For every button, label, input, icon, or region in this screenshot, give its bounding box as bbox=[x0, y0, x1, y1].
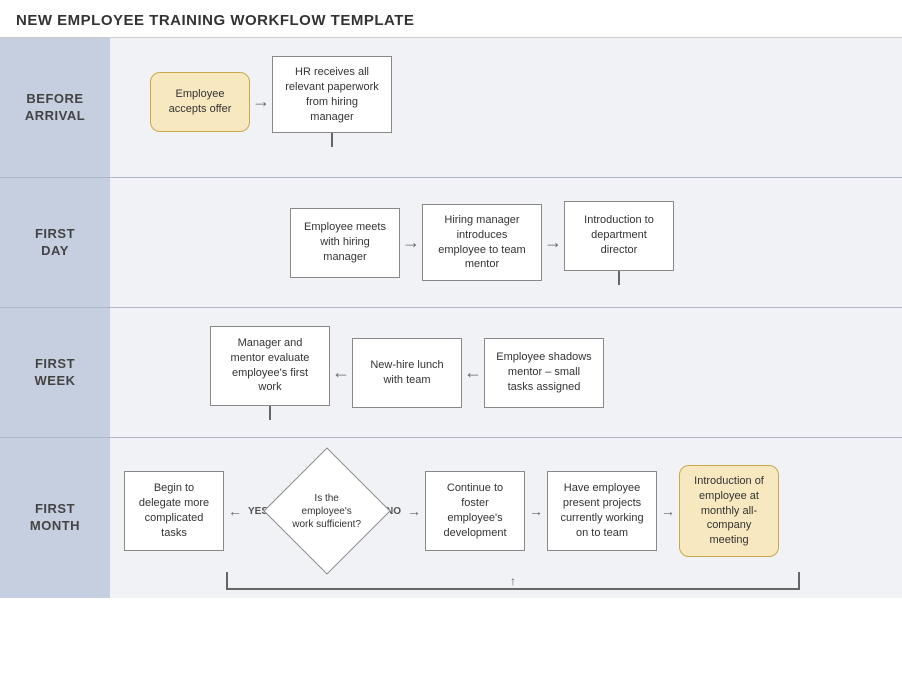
arrow-right-2: → bbox=[400, 232, 422, 253]
arrow-left-1: ← bbox=[330, 362, 352, 383]
diamond-wrapper: Is the employee's work sufficient? bbox=[272, 466, 382, 556]
phase-content-first-day: Employee meets with hiring manager → Hir… bbox=[110, 178, 902, 307]
phase-content-before-arrival: Employee accepts offer → HR receives all… bbox=[110, 38, 902, 177]
arrow-right-1: → bbox=[250, 91, 272, 112]
step-present: Have employee present projects currently… bbox=[547, 471, 657, 551]
step-intro-meeting: Introduction of employee at monthly all-… bbox=[679, 465, 779, 557]
step-accept-offer: Employee accepts offer bbox=[150, 72, 250, 132]
step-evaluate: Manager and mentor evaluate employee's f… bbox=[210, 326, 330, 406]
arrow-right-5: → bbox=[659, 503, 677, 519]
step-intro-director: Introduction to department director bbox=[564, 201, 674, 271]
arrow-right-4: → bbox=[527, 503, 545, 519]
phase-label-first-week: FIRSTWEEK bbox=[0, 308, 110, 437]
page: NEW EMPLOYEE TRAINING WORKFLOW TEMPLATE … bbox=[0, 0, 902, 699]
phase-row-first-month: FIRSTMONTH Begin to delegate more compli… bbox=[0, 438, 902, 598]
phase-row-first-day: FIRSTDAY Employee meets with hiring mana… bbox=[0, 178, 902, 308]
phase-content-first-month: Begin to delegate more complicated tasks… bbox=[110, 438, 902, 598]
phase-row-before-arrival: BEFOREARRIVAL Employee accepts offer → H… bbox=[0, 38, 902, 178]
arrow-left-yes: ← bbox=[226, 503, 244, 519]
title-bar: NEW EMPLOYEE TRAINING WORKFLOW TEMPLATE bbox=[0, 0, 902, 38]
step-foster: Continue to foster employee's developmen… bbox=[425, 471, 525, 551]
arrow-right-3: → bbox=[542, 232, 564, 253]
step-delegate: Begin to delegate more complicated tasks bbox=[124, 471, 224, 551]
phase-content-first-week: Manager and mentor evaluate employee's f… bbox=[110, 308, 902, 437]
step-lunch: New-hire lunch with team bbox=[352, 338, 462, 408]
page-title: NEW EMPLOYEE TRAINING WORKFLOW TEMPLATE bbox=[16, 12, 886, 29]
arrow-left-2: ← bbox=[462, 362, 484, 383]
phase-row-first-week: FIRSTWEEK Manager and mentor evaluate em… bbox=[0, 308, 902, 438]
arrow-right-no: → bbox=[405, 503, 423, 519]
phase-label-first-day: FIRSTDAY bbox=[0, 178, 110, 307]
decision-diamond: Is the employee's work sufficient? bbox=[263, 447, 390, 574]
step-shadows: Employee shadows mentor – small tasks as… bbox=[484, 338, 604, 408]
step-hr-paperwork: HR receives all relevant paperwork from … bbox=[272, 56, 392, 133]
phase-label-first-month: FIRSTMONTH bbox=[0, 438, 110, 598]
step-meets-manager: Employee meets with hiring manager bbox=[290, 208, 400, 278]
decision-text: Is the employee's work sufficient? bbox=[292, 492, 362, 531]
phase-label-before-arrival: BEFOREARRIVAL bbox=[0, 38, 110, 177]
step-introduces-mentor: Hiring manager introduces employee to te… bbox=[422, 204, 542, 281]
